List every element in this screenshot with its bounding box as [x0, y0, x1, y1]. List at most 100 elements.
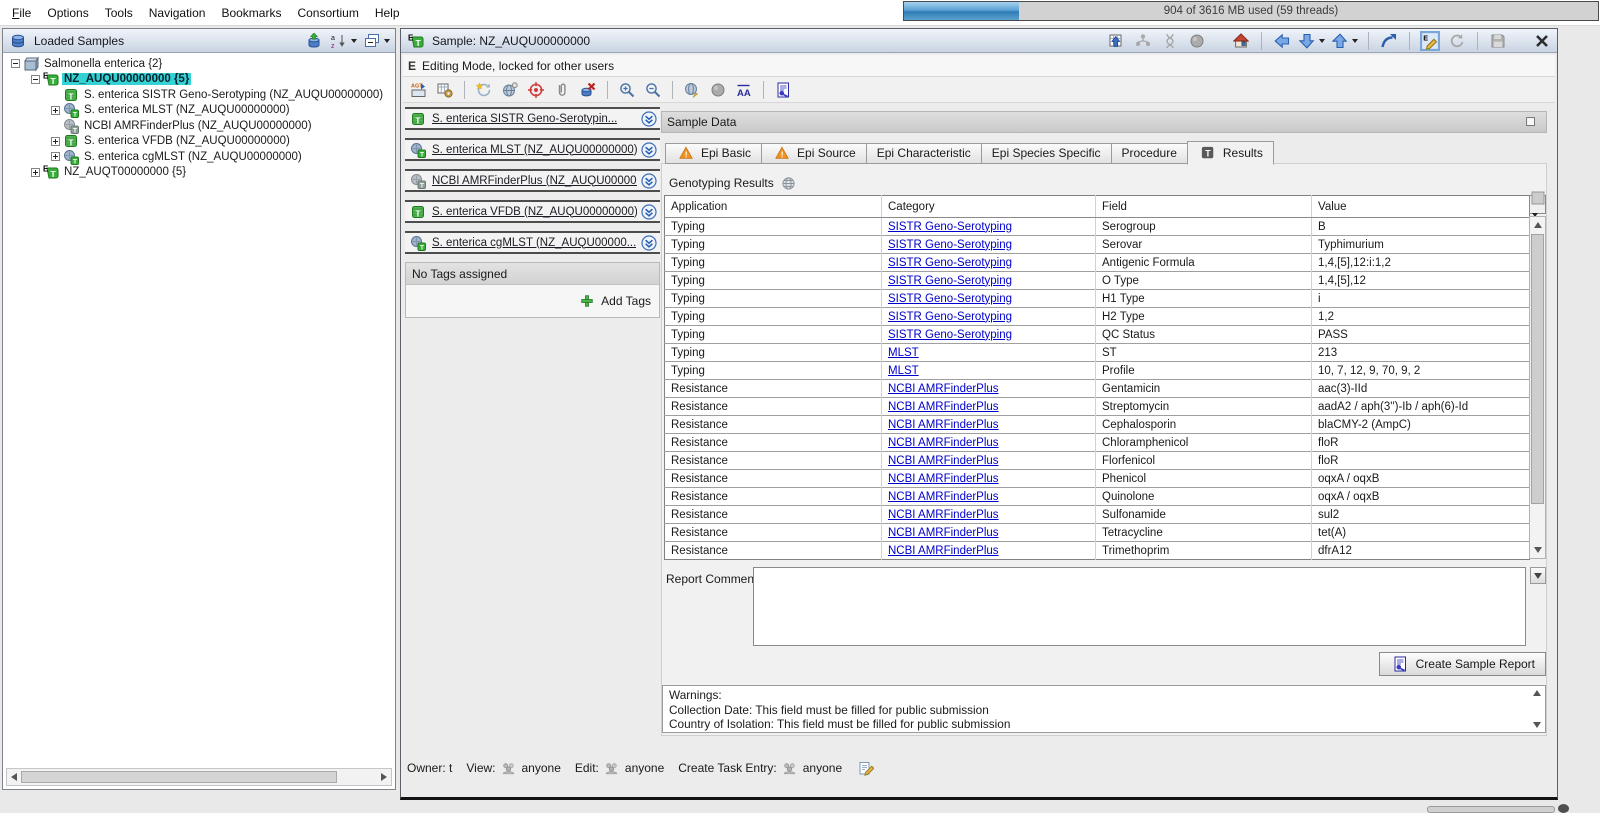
scrollbar-thumb[interactable]: [1531, 234, 1544, 504]
tab-results[interactable]: TResults: [1187, 141, 1274, 165]
category-link[interactable]: NCBI AMRFinderPlus: [888, 509, 999, 521]
category-link[interactable]: SISTR Geno-Serotyping: [888, 311, 1012, 323]
tree-item[interactable]: TNCBI AMRFinderPlus (NZ_AUQU00000000): [3, 118, 395, 134]
table-row[interactable]: ResistanceNCBI AMRFinderPlusStreptomycin…: [665, 398, 1530, 416]
tree-item-label[interactable]: S. enterica SISTR Geno-Serotyping (NZ_AU…: [82, 89, 385, 101]
menu-item-consortium[interactable]: Consortium: [289, 3, 366, 23]
column-header-field[interactable]: Field: [1096, 196, 1312, 218]
tree-item[interactable]: TS. enterica VFDB (NZ_AUQU00000000): [3, 134, 395, 150]
table-row[interactable]: TypingSISTR Geno-SerotypingQC StatusPASS: [665, 326, 1530, 344]
table-vertical-scrollbar[interactable]: [1529, 216, 1546, 559]
tab-epi-basic[interactable]: !Epi Basic: [665, 143, 761, 164]
tab-epi-species-specific[interactable]: Epi Species Specific: [981, 143, 1111, 164]
edit-mode-active-icon[interactable]: E: [1420, 31, 1440, 51]
collapse-all-menu-icon[interactable]: [364, 31, 390, 51]
category-link[interactable]: MLST: [888, 347, 919, 359]
scroll-right-icon[interactable]: [381, 773, 387, 781]
category-link[interactable]: MLST: [888, 365, 919, 377]
report-icon[interactable]: [773, 80, 793, 100]
column-header-application[interactable]: Application: [665, 196, 882, 218]
collapse-box-icon[interactable]: [1521, 112, 1541, 132]
category-link[interactable]: SISTR Geno-Serotyping: [888, 221, 1012, 233]
task-entry-link[interactable]: S. enterica cgMLST (NZ_AUQU00000...: [432, 237, 636, 249]
tree-item[interactable]: TS. enterica MLST (NZ_AUQU00000000): [3, 103, 395, 119]
tree-item-label[interactable]: NCBI AMRFinderPlus (NZ_AUQU00000000): [82, 120, 314, 132]
memory-usage-bar[interactable]: 904 of 3616 MB used (59 threads): [903, 1, 1599, 21]
table-row[interactable]: ResistanceNCBI AMRFinderPlusTrimethoprim…: [665, 542, 1530, 560]
table-row[interactable]: TypingSISTR Geno-SerotypingH2 Type1,2: [665, 308, 1530, 326]
tab-epi-source[interactable]: !Epi Source: [761, 143, 866, 164]
table-row[interactable]: ResistanceNCBI AMRFinderPlusCephalospori…: [665, 416, 1530, 434]
table-row[interactable]: ResistanceNCBI AMRFinderPlusQuinoloneoqx…: [665, 488, 1530, 506]
add-tags-button[interactable]: Add Tags: [601, 294, 651, 308]
report-comment-input[interactable]: [753, 567, 1526, 646]
delete-database-icon[interactable]: [578, 80, 598, 100]
font-size-icon[interactable]: AA: [734, 80, 754, 100]
table-row[interactable]: ResistanceNCBI AMRFinderPlusChlorampheni…: [665, 434, 1530, 452]
tree-horizontal-scrollbar[interactable]: [6, 768, 392, 786]
table-row[interactable]: TypingSISTR Geno-SerotypingSerogroupB: [665, 218, 1530, 236]
task-entry-link[interactable]: S. enterica SISTR Geno-Serotypin...: [432, 113, 617, 125]
tree-expander-plus[interactable]: [51, 152, 60, 161]
tree-item-label[interactable]: NZ_AUQT00000000 {5}: [62, 166, 188, 178]
category-link[interactable]: SISTR Geno-Serotyping: [888, 239, 1012, 251]
tree-item[interactable]: TS. enterica cgMLST (NZ_AUQU00000000): [3, 149, 395, 165]
tab-procedure[interactable]: Procedure: [1111, 143, 1187, 164]
tree-item-label[interactable]: S. enterica cgMLST (NZ_AUQU00000000): [82, 151, 304, 163]
tree-item[interactable]: TENZ_AUQU00000000 {5}: [3, 72, 395, 88]
menu-item-tools[interactable]: Tools: [97, 3, 141, 23]
category-link[interactable]: NCBI AMRFinderPlus: [888, 419, 999, 431]
table-row[interactable]: TypingMLSTProfile10, 7, 12, 9, 70, 9, 2: [665, 362, 1530, 380]
column-header-value[interactable]: Value: [1312, 196, 1530, 218]
scroll-left-icon[interactable]: [11, 773, 17, 781]
chevron-double-down-icon[interactable]: [641, 173, 657, 189]
table-row[interactable]: TypingMLSTST213: [665, 344, 1530, 362]
menu-item-file[interactable]: File: [4, 3, 39, 23]
back-icon[interactable]: [1272, 31, 1292, 51]
category-link[interactable]: NCBI AMRFinderPlus: [888, 401, 999, 413]
category-link[interactable]: SISTR Geno-Serotyping: [888, 257, 1012, 269]
category-link[interactable]: SISTR Geno-Serotyping: [888, 329, 1012, 341]
table-settings-icon[interactable]: [435, 80, 455, 100]
table-row[interactable]: ResistanceNCBI AMRFinderPlusTetracycline…: [665, 524, 1530, 542]
chevron-double-down-icon[interactable]: [641, 204, 657, 220]
category-link[interactable]: NCBI AMRFinderPlus: [888, 383, 999, 395]
category-link[interactable]: NCBI AMRFinderPlus: [888, 527, 999, 539]
table-row[interactable]: ResistanceNCBI AMRFinderPlusSulfonamides…: [665, 506, 1530, 524]
menu-item-options[interactable]: Options: [39, 3, 96, 23]
category-link[interactable]: NCBI AMRFinderPlus: [888, 473, 999, 485]
attachment-icon[interactable]: [552, 80, 572, 100]
scroll-down-icon[interactable]: [1534, 547, 1542, 553]
add-tags-plus-icon[interactable]: [577, 291, 597, 311]
category-link[interactable]: SISTR Geno-Serotyping: [888, 293, 1012, 305]
scroll-up-icon[interactable]: [1533, 690, 1541, 696]
up-arrow-menu-icon[interactable]: [1332, 31, 1358, 51]
table-row[interactable]: ResistanceNCBI AMRFinderPlusGentamicinaa…: [665, 380, 1530, 398]
sort-az-menu-icon[interactable]: az: [331, 31, 357, 51]
category-link[interactable]: NCBI AMRFinderPlus: [888, 455, 999, 467]
store-database-icon[interactable]: [304, 31, 324, 51]
category-link[interactable]: NCBI AMRFinderPlus: [888, 545, 999, 557]
chevron-double-down-icon[interactable]: [641, 111, 657, 127]
tree-item[interactable]: TENZ_AUQT00000000 {5}: [3, 165, 395, 181]
table-row[interactable]: ResistanceNCBI AMRFinderPlusPhenicoloqxA…: [665, 470, 1530, 488]
tree-expander-plus[interactable]: [31, 168, 40, 177]
menu-item-bookmarks[interactable]: Bookmarks: [213, 3, 289, 23]
task-entry-link[interactable]: NCBI AMRFinderPlus (NZ_AUQU00000...: [432, 175, 637, 187]
tree-expander-minus[interactable]: [31, 75, 40, 84]
table-upload-icon[interactable]: [1106, 31, 1126, 51]
tree-item-label[interactable]: NZ_AUQU00000000 {5}: [62, 73, 191, 85]
tree-item[interactable]: Salmonella enterica {2}: [3, 56, 395, 72]
chevron-double-down-icon[interactable]: [641, 235, 657, 251]
recompute-icon[interactable]: [474, 80, 494, 100]
down-arrow-menu-icon[interactable]: [1299, 31, 1325, 51]
goto-task-icon[interactable]: [1379, 31, 1399, 51]
menu-item-navigation[interactable]: Navigation: [141, 3, 214, 23]
zoom-out-icon[interactable]: [643, 80, 663, 100]
category-link[interactable]: SISTR Geno-Serotyping: [888, 275, 1012, 287]
report-comment-dropdown-button[interactable]: [1530, 567, 1546, 584]
table-row[interactable]: ResistanceNCBI AMRFinderPlusFlorfenicolf…: [665, 452, 1530, 470]
tree-item-label[interactable]: Salmonella enterica {2}: [42, 58, 164, 70]
chevron-double-down-icon[interactable]: [641, 142, 657, 158]
scrollbar-thumb[interactable]: [21, 771, 337, 783]
